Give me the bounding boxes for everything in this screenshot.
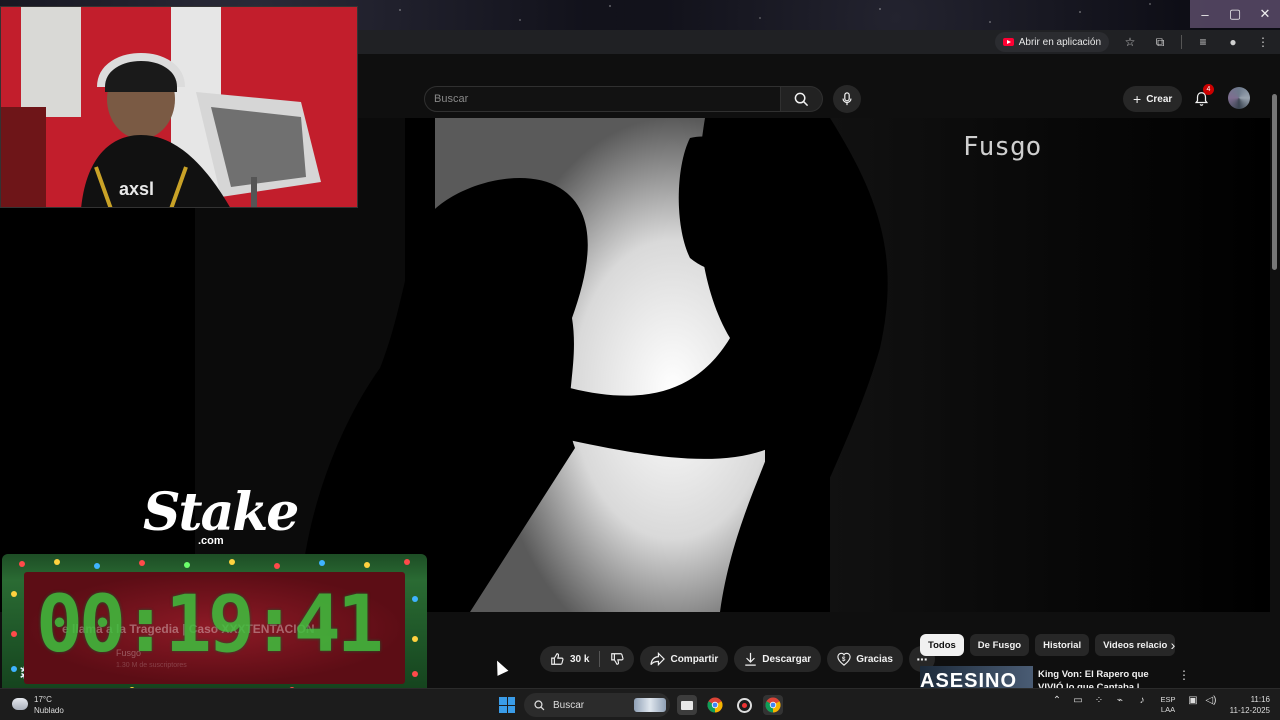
taskbar-clock[interactable]: 11:16 11-12-2025 — [1222, 694, 1270, 716]
display-tray-icon[interactable]: ▣ — [1184, 695, 1202, 706]
stake-domain: .com — [198, 535, 224, 547]
windows-start-icon[interactable] — [499, 697, 515, 713]
chevron-right-icon[interactable]: › — [1162, 634, 1184, 656]
search-highlight-image — [634, 698, 666, 712]
webcam-overlay: axsl — [0, 6, 358, 208]
file-explorer-icon[interactable] — [677, 695, 697, 715]
countdown-timer-overlay: ❄ ❄ e llama a la Tragedia | Caso XXXTENT… — [2, 554, 427, 700]
download-icon — [745, 652, 757, 666]
search-button[interactable] — [781, 86, 823, 112]
volume-tray-icon[interactable]: ◁) — [1202, 695, 1220, 706]
page-scrollbar[interactable] — [1270, 80, 1280, 688]
download-label: Descargar — [762, 653, 812, 665]
webcam-feed-image: axsl — [1, 7, 357, 207]
chip-todos[interactable]: Todos — [920, 634, 964, 656]
screen: – ▢ ✕ Abrir en aplicación ☆ ⧉ ≡ ● ⋮ Busc… — [0, 0, 1280, 720]
language-code: ESP — [1160, 695, 1176, 704]
chrome-logo — [707, 697, 723, 713]
dislike-button[interactable] — [600, 646, 634, 672]
weather-temperature: 17°C — [34, 695, 52, 704]
svg-text:axsl: axsl — [119, 179, 154, 199]
minimize-button[interactable]: – — [1190, 0, 1220, 28]
close-window-button[interactable]: ✕ — [1250, 0, 1280, 28]
extensions-icon[interactable]: ⧉ — [1151, 35, 1169, 50]
thanks-label: Gracias — [856, 653, 893, 665]
stake-wordmark: Stake — [143, 482, 299, 543]
timer-display: 00:19:41 — [36, 580, 384, 670]
chrome-active-icon[interactable] — [763, 695, 783, 715]
microphone-icon — [842, 92, 852, 106]
search-placeholder: Buscar — [434, 93, 469, 105]
like-dislike-group: 30 k — [540, 646, 635, 672]
open-in-app-label: Abrir en aplicación — [1018, 36, 1101, 48]
bookmark-star-icon[interactable]: ☆ — [1121, 35, 1139, 49]
plus-icon: + — [1133, 91, 1142, 107]
maximize-button[interactable]: ▢ — [1220, 0, 1250, 28]
clock-date: 11-12-2025 — [1229, 706, 1270, 715]
thanks-button[interactable]: $ Gracias — [827, 646, 903, 672]
tray-overflow-icon[interactable]: ⌃ — [1048, 695, 1066, 706]
recommended-title[interactable]: King Von: El Rapero que VIVIÓ lo que Can… — [1038, 668, 1174, 690]
chip-historial[interactable]: Historial — [1035, 634, 1090, 656]
thumbs-up-icon — [551, 653, 564, 665]
windows-taskbar: 17°C Nublado Buscar ⌃ ▭ ⁘ ⌁ ♪ ESP LAA ▣ — [0, 688, 1280, 720]
keyboard-language[interactable]: ESP LAA — [1158, 695, 1178, 715]
chrome-logo-active — [765, 697, 781, 713]
related-filter-chips: Todos De Fusgo Historial Videos relacio — [920, 634, 1176, 656]
clock-time: 11:16 — [1250, 695, 1270, 704]
super-thanks-icon: $ — [837, 652, 851, 666]
thumbs-down-icon — [611, 653, 625, 665]
download-button[interactable]: Descargar — [734, 646, 822, 672]
keyboard-layout-code: LAA — [1160, 705, 1176, 714]
reading-list-icon[interactable]: ≡ — [1194, 35, 1212, 49]
recommended-menu-icon[interactable]: ⋮ — [1178, 668, 1190, 682]
mouse-pointer-icon — [491, 658, 509, 676]
taskbar-search[interactable]: Buscar — [524, 693, 670, 717]
channel-watermark: Fusgo — [963, 132, 1042, 162]
cloud-icon — [12, 698, 28, 710]
voice-search-button[interactable] — [833, 85, 861, 113]
stake-logo: Stake .com — [143, 482, 299, 552]
toolbar-divider — [1181, 35, 1182, 49]
like-count: 30 k — [570, 653, 590, 665]
share-arrow-icon — [650, 652, 666, 666]
search-icon — [794, 92, 809, 106]
chip-de-fusgo[interactable]: De Fusgo — [969, 634, 1030, 656]
share-button[interactable]: Compartir — [640, 646, 729, 672]
svg-text:$: $ — [842, 656, 846, 663]
video-actions: 30 k Compartir Descargar $ Gracias ··· — [540, 646, 935, 672]
recommended-thumbnail[interactable]: ASESINO — [920, 666, 1033, 688]
account-avatar[interactable] — [1228, 87, 1250, 109]
share-label: Compartir — [670, 653, 719, 665]
create-label: Crear — [1146, 93, 1173, 105]
taskbar-search-label: Buscar — [553, 699, 585, 711]
browser-menu-icon[interactable]: ⋮ — [1254, 35, 1272, 49]
battery-tray-icon[interactable]: ▭ — [1069, 695, 1087, 706]
like-button[interactable]: 30 k — [540, 646, 599, 672]
youtube-logo-icon — [1002, 38, 1014, 46]
search-icon — [534, 699, 545, 710]
chrome-icon[interactable] — [705, 695, 725, 715]
microphone-tray-icon[interactable]: ♪ — [1133, 695, 1151, 706]
profile-icon[interactable]: ● — [1224, 35, 1242, 49]
app-tray-icon[interactable]: ⁘ — [1090, 695, 1108, 706]
obs-app-icon[interactable] — [734, 695, 754, 715]
create-button[interactable]: + Crear — [1123, 86, 1183, 112]
weather-description: Nublado — [34, 706, 64, 715]
search-input[interactable]: Buscar — [424, 86, 781, 112]
weather-widget[interactable]: 17°C Nublado — [12, 693, 82, 717]
scrollbar-thumb[interactable] — [1272, 94, 1277, 270]
notification-badge: 4 — [1203, 84, 1214, 95]
open-in-app-button[interactable]: Abrir en aplicación — [994, 32, 1109, 52]
network-tray-icon[interactable]: ⌁ — [1111, 695, 1129, 706]
thumbnail-text: ASESINO — [920, 670, 1018, 688]
